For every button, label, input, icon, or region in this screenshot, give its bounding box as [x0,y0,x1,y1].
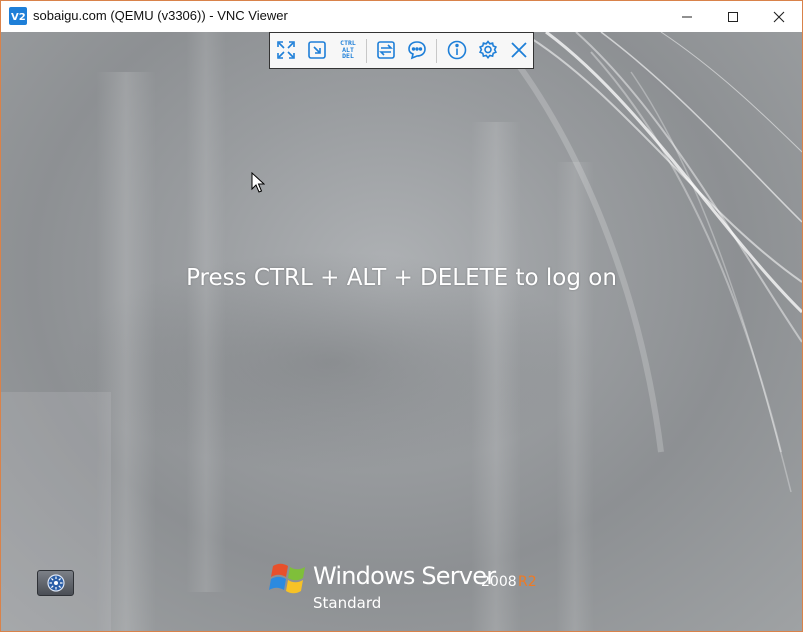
background-light-streaks [1,32,802,631]
transfer-files-button[interactable] [373,37,399,63]
fullscreen-icon [277,41,295,59]
fullscreen-button[interactable] [273,37,299,63]
vnc-toolbar: CTRL ALT DEL [269,32,534,69]
settings-button[interactable] [475,37,501,63]
toolbar-divider [366,39,367,63]
ease-of-access-icon [46,574,65,592]
vnc-viewer-window: V2 sobaigu.com (QEMU (v3306)) - VNC View… [0,0,803,632]
ctrl-alt-del-icon: CTRL ALT DEL [340,40,356,60]
mouse-cursor-icon [251,172,265,193]
product-version: 2008 [481,574,517,590]
vnc-viewer-icon: V2 [9,7,27,25]
windows-logo-icon [269,563,305,594]
minimize-button[interactable] [664,1,710,32]
transfer-icon [377,41,395,59]
info-icon [447,40,467,60]
product-release: R2 [518,574,537,590]
close-icon [511,42,527,58]
title-bar[interactable]: V2 sobaigu.com (QEMU (v3306)) - VNC View… [1,1,802,32]
close-icon [773,11,785,22]
scale-icon [308,41,326,59]
ctrl-alt-del-button[interactable]: CTRL ALT DEL [335,37,361,63]
windows-server-branding: Windows Server 2008 R2 Standard [269,556,569,616]
toolbar-divider [436,39,437,63]
window-title: sobaigu.com (QEMU (v3306)) - VNC Viewer [33,8,288,23]
remote-desktop-screen[interactable]: CTRL ALT DEL Press CTRL + ALT + DELETE t… [1,32,802,631]
svg-text:V2: V2 [11,12,26,23]
close-toolbar-button[interactable] [506,37,532,63]
maximize-button[interactable] [710,1,756,32]
product-name: Windows Server [313,562,496,590]
close-window-button[interactable] [756,1,802,32]
chat-icon [408,41,426,60]
scale-button[interactable] [304,37,330,63]
chat-button[interactable] [404,37,430,63]
logon-message: Press CTRL + ALT + DELETE to log on [186,265,617,291]
gear-icon [478,40,498,59]
info-button[interactable] [444,37,470,63]
minimize-icon [682,16,692,17]
maximize-icon [728,11,738,22]
ease-of-access-button[interactable] [37,570,74,596]
del-label: DEL [342,52,354,61]
product-edition: Standard [313,594,382,612]
